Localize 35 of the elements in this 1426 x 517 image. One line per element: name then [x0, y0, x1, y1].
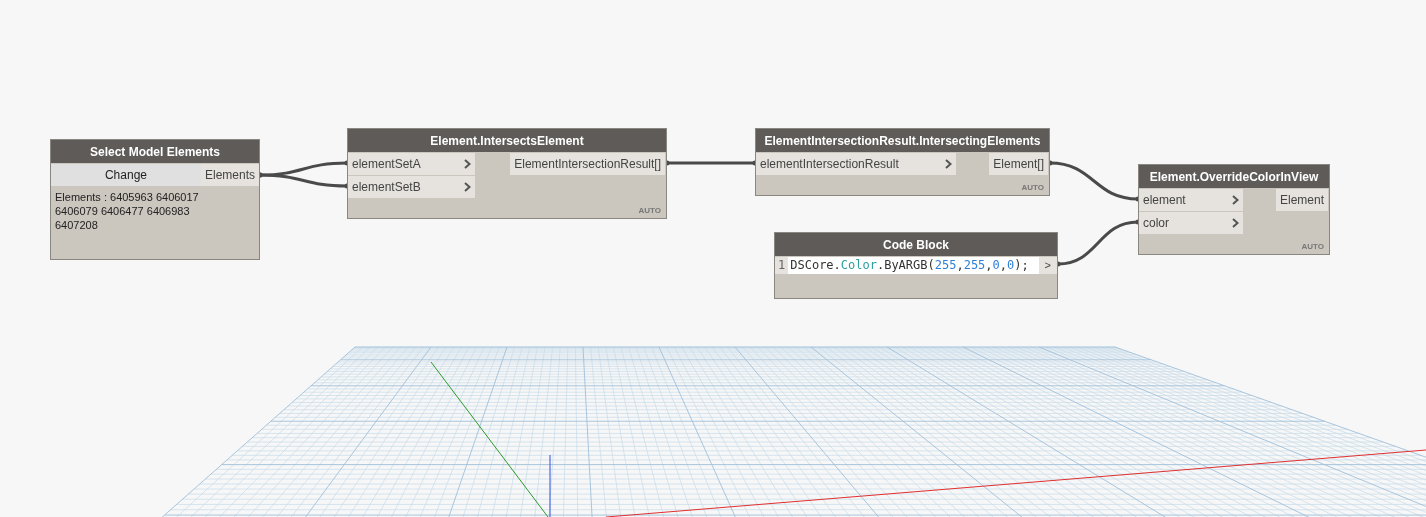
port-label: color	[1143, 215, 1169, 232]
node-card[interactable]: Element.IntersectsElement elementSetA elementSetB ElementIntersectionResult[] AUTO	[347, 128, 667, 219]
input-port[interactable]: elementIntersectionResult	[756, 153, 956, 175]
lacing-label: AUTO	[638, 205, 662, 217]
port-label: element	[1143, 192, 1186, 209]
input-port[interactable]: color	[1139, 212, 1243, 234]
port-label: elementSetA	[352, 156, 421, 173]
node-title: Select Model Elements	[51, 140, 259, 163]
node-card[interactable]: Select Model Elements Change Elements Elements : 6405963 6406017 6406079 6406477 6406983 6407208	[50, 139, 260, 260]
lacing-label: AUTO	[1021, 182, 1045, 194]
change-button[interactable]: Change	[51, 164, 201, 186]
chevron-icon	[464, 182, 471, 192]
chevron-icon	[1232, 218, 1239, 228]
node-title: ElementIntersectionResult.IntersectingElements	[756, 129, 1049, 152]
node-card[interactable]: Code Block 1 DSCore.Color.ByARGB(255,255,0,0); >	[774, 232, 1058, 299]
input-port[interactable]: elementSetB	[348, 176, 475, 198]
port-label: elementIntersectionResult	[760, 156, 899, 173]
input-port[interactable]: elementSetA	[348, 153, 475, 175]
chevron-icon	[1232, 195, 1239, 205]
output-port[interactable]: ElementIntersectionResult[]	[510, 153, 665, 175]
output-port[interactable]: Elements	[200, 164, 259, 186]
output-port[interactable]: Element	[1275, 189, 1328, 211]
elements-preview: Elements : 6405963 6406017 6406079 6406477 6406983 6407208	[54, 190, 200, 232]
node-title: Element.IntersectsElement	[348, 129, 666, 152]
line-number: 1	[775, 257, 789, 274]
node-title: Element.OverrideColorInView	[1139, 165, 1329, 188]
chevron-icon	[945, 159, 952, 169]
node-title: Code Block	[775, 233, 1057, 256]
chevron-icon	[464, 159, 471, 169]
port-label: elementSetB	[352, 179, 421, 196]
output-port[interactable]: Element[]	[989, 153, 1048, 175]
lacing-label: AUTO	[1301, 241, 1325, 253]
node-card[interactable]: Element.OverrideColorInView element color Element AUTO	[1138, 164, 1330, 255]
input-port[interactable]: element	[1139, 189, 1243, 211]
node-card[interactable]: ElementIntersectionResult.IntersectingElements elementIntersectionResult Element[] AUTO	[755, 128, 1050, 196]
